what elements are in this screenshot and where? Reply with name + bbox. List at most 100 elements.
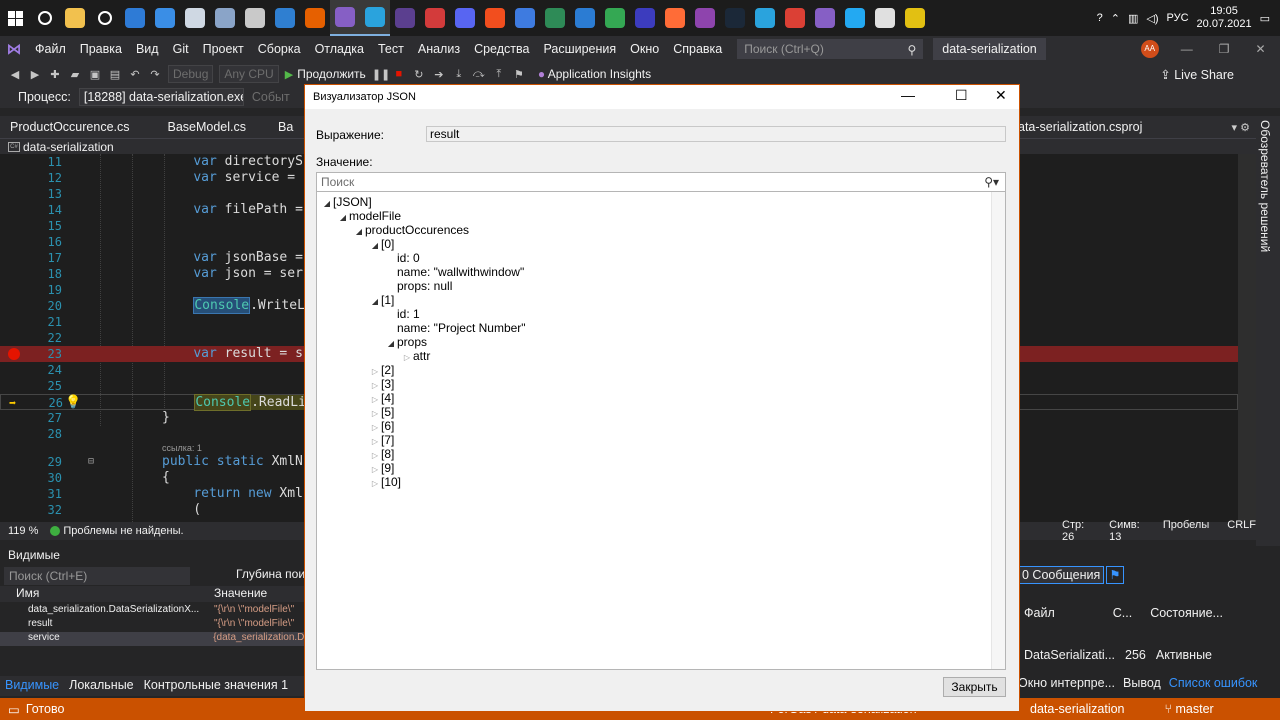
tree-node[interactable]: id: 1 [385,307,420,321]
menu-item[interactable]: Окно [623,36,666,62]
configuration-dropdown[interactable]: Debug [168,65,214,83]
tree-node[interactable]: ▷ attr [401,349,430,363]
forward-icon[interactable]: ▶ [28,68,42,81]
menu-item[interactable]: Правка [73,36,129,62]
json-search-input[interactable]: Поиск ⚲▾ [316,172,1006,192]
quick-launch-search[interactable]: Поиск (Ctrl+Q) ⚲ [737,39,924,59]
tree-node[interactable]: ◢ modelFile [337,209,401,223]
folder-icon[interactable] [60,0,90,36]
tree-node[interactable]: ▷ [5] [369,405,394,419]
back-icon[interactable]: ◀ [8,68,22,81]
chrome-icon[interactable] [600,0,630,36]
firefox-dev-icon[interactable] [510,0,540,36]
git-kraken-icon[interactable] [540,0,570,36]
help-icon[interactable]: ? [1097,12,1103,24]
paint-icon[interactable] [240,0,270,36]
solution-explorer-side-tab[interactable]: Обозреватель решений [1256,116,1280,546]
tree-node[interactable]: ▷ [4] [369,391,394,405]
close-icon[interactable]: ✕ [995,87,1007,104]
tree-node[interactable]: id: 0 [385,251,420,265]
calculator-icon[interactable] [210,0,240,36]
avatar[interactable]: AA [1140,40,1159,58]
show-next-statement-icon[interactable]: ➔ [432,68,446,81]
pause-icon[interactable]: ❚❚ [372,68,390,81]
menu-item[interactable]: Вид [129,36,166,62]
menu-item[interactable]: Сборка [251,36,308,62]
menu-item[interactable]: Средства [467,36,536,62]
maximize-icon[interactable]: ☐ [955,87,968,104]
tree-node[interactable]: ◢ productOccurences [353,223,469,237]
branch-indicator[interactable]: ⑂ master [1165,702,1214,716]
steam-icon[interactable] [720,0,750,36]
clock[interactable]: 19:05 20.07.2021 [1197,5,1252,31]
language-indicator[interactable]: РУС [1167,12,1189,24]
close-icon[interactable]: ✕ [1256,42,1266,56]
close-button[interactable]: Закрыть [943,677,1006,697]
tree-node[interactable]: ▷ [10] [369,475,401,489]
discord-icon[interactable] [450,0,480,36]
step-out-icon[interactable]: ⤒ [492,68,506,81]
tab-locals[interactable]: Локальные [64,676,139,696]
store-icon[interactable] [180,0,210,36]
undo-icon[interactable]: ↶ [128,68,142,81]
firefox-icon[interactable] [300,0,330,36]
process-dropdown[interactable]: [18288] data-serialization.exe [78,88,244,106]
menu-item[interactable]: Анализ [411,36,467,62]
messages-filter-button[interactable]: 0 Сообщения [1018,566,1105,584]
tree-vertical-scrollbar[interactable] [991,192,1005,669]
tree-node[interactable]: ▷ [2] [369,363,394,377]
problems-indicator[interactable]: Проблемы не найдены. [50,525,184,537]
menu-item[interactable]: Тест [371,36,411,62]
expanded-arrow-icon[interactable]: ◢ [385,337,397,351]
app-red-icon[interactable] [420,0,450,36]
tab-base-model[interactable]: BaseModel.cs [158,116,257,138]
codelens-references[interactable]: ссылка: 1 [162,443,202,453]
stop-icon[interactable]: ■ [392,68,406,80]
warning-app-icon[interactable] [900,0,930,36]
search-depth-dropdown[interactable]: Глубина пои [236,567,305,581]
tab-partial[interactable]: Ba [268,116,303,138]
podcast-icon[interactable] [690,0,720,36]
save-all-icon[interactable]: ▤ [108,68,122,81]
tab-immediate[interactable]: Окно интерпре... [1018,676,1115,690]
column-name-header[interactable]: Имя [0,586,214,602]
project-indicator[interactable]: data-serialization [1030,702,1125,716]
tree-node[interactable]: ◢ props [385,335,427,349]
step-into-icon[interactable]: ⤓ [452,68,466,81]
dp-icon[interactable] [630,0,660,36]
minimize-icon[interactable]: — [1181,42,1193,56]
tree-node[interactable]: ▷ [7] [369,433,394,447]
step-over-icon[interactable]: ⤼ [472,68,486,81]
figma-icon[interactable] [480,0,510,36]
filter-icon[interactable]: ⚑ [1106,566,1124,584]
terminal-icon[interactable] [390,0,420,36]
tree-node[interactable]: name: "Project Number" [385,321,526,335]
tab-product-occurence[interactable]: ProductOccurence.cs [0,116,140,138]
column-state-header[interactable]: Состояние... [1150,606,1223,620]
expression-field[interactable]: result [426,126,1006,142]
network-icon[interactable]: ▥ [1128,12,1138,25]
table-row[interactable]: service {data_serialization.D [0,632,304,646]
tab-list-icon[interactable]: ▾ ⚙ [1232,121,1250,134]
tree-node[interactable]: ▷ [3] [369,377,394,391]
volume-icon[interactable]: ◁) [1146,12,1158,25]
expanded-arrow-icon[interactable]: ◢ [369,239,381,253]
restore-icon[interactable]: ❐ [1219,42,1230,56]
table-row[interactable]: DataSerializati... 256 Активные [1018,648,1280,662]
vscode-icon[interactable] [840,0,870,36]
expanded-arrow-icon[interactable]: ◢ [369,295,381,309]
menu-item[interactable]: Справка [666,36,729,62]
menu-item[interactable]: Проект [196,36,251,62]
tree-node[interactable]: ◢ [1] [369,293,394,307]
continue-button[interactable]: ▶ Продолжить [285,67,366,81]
new-item-icon[interactable]: ✚ [48,68,62,81]
mail-icon[interactable] [270,0,300,36]
open-folder-icon[interactable]: ▰ [68,68,82,81]
chevron-up-icon[interactable]: ⌃ [1111,12,1120,25]
tab-autos[interactable]: Видимые [0,676,64,696]
tree-node[interactable]: ▷ [6] [369,419,394,433]
tab-csproj[interactable]: ata-serialization.csproj [1018,120,1142,134]
lifecycle-events-button[interactable]: Событ [252,90,290,104]
monitor-icon[interactable] [150,0,180,36]
table-row[interactable]: result "{\r\n \"modelFile\" [0,618,304,632]
